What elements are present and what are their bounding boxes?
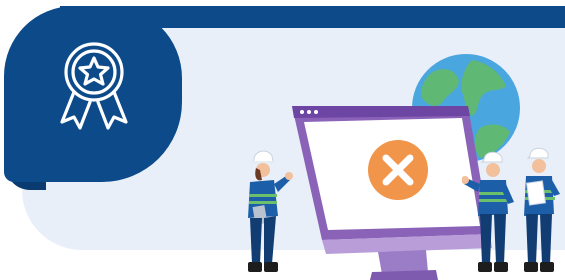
worker-middle xyxy=(462,151,514,272)
award-ribbon-star-icon xyxy=(60,42,128,130)
worker-left xyxy=(248,150,293,272)
worker-right xyxy=(524,147,560,272)
illustration xyxy=(0,0,565,280)
award-badge xyxy=(4,6,182,182)
close-x-icon xyxy=(368,140,428,200)
